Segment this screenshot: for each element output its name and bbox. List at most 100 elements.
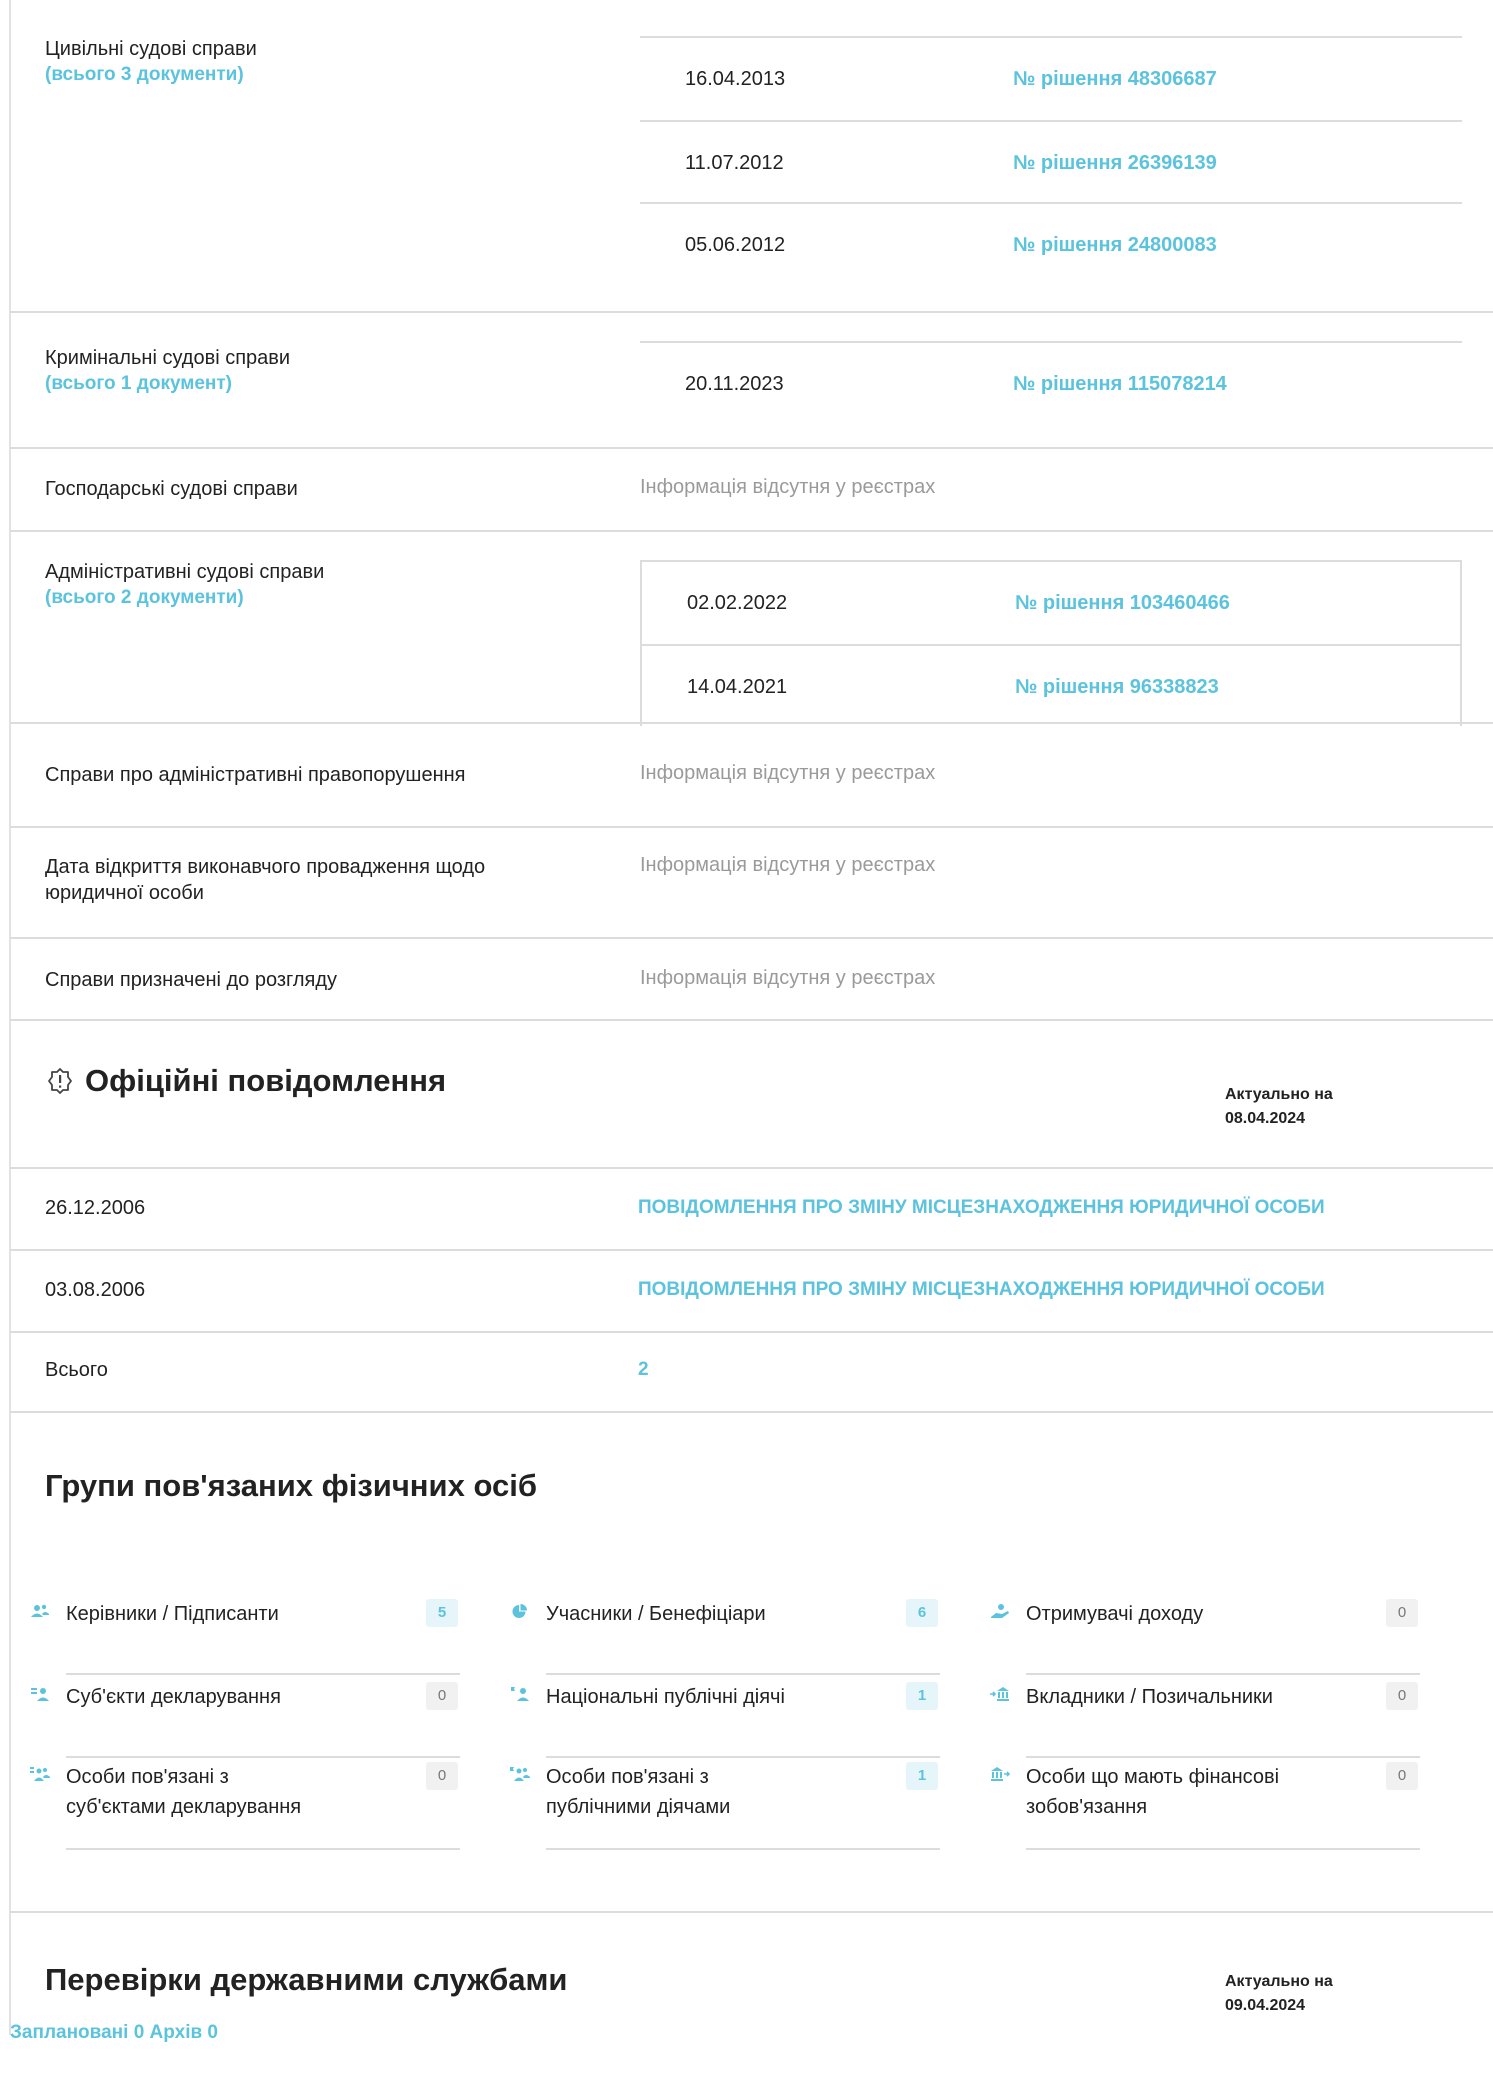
administrative-cases-count: (всього 2 документи): [45, 587, 244, 608]
doc-number-link[interactable]: № рішення 96338823: [1015, 676, 1219, 699]
group-count-badge: 0: [1386, 1682, 1418, 1710]
court-row-offenses: Справи про адміністративні правопорушенн…: [10, 724, 1493, 828]
doc-row: 14.04.2021 № рішення 96338823: [642, 644, 1460, 726]
civil-cases-count: (всього 3 документи): [45, 64, 244, 85]
group-label: Суб'єкти декларування: [66, 1686, 281, 1708]
group-count-badge: 6: [906, 1599, 938, 1627]
civil-docs-list: 16.04.2013 № рішення 48306687 11.07.2012…: [640, 36, 1462, 284]
notice-date: 03.08.2006: [45, 1279, 146, 1301]
company-profile-page: Цивільні судові справи (всього 3 докумен…: [0, 0, 1493, 2096]
tab-archive[interactable]: Архів 0: [150, 2022, 218, 2043]
group-count-badge: 0: [426, 1762, 458, 1790]
related-declarants-icon: [30, 1767, 50, 1781]
doc-date: 11.07.2012: [685, 152, 784, 174]
group-label: Отримувачі доходу: [1026, 1603, 1204, 1625]
inspections-actual: Актуально на 09.04.2024: [1225, 1970, 1333, 2018]
group-related-public[interactable]: Особи пов'язані з публічними діячами 1: [510, 1762, 940, 1850]
people-icon: [31, 1604, 49, 1617]
doc-row: 02.02.2022 № рішення 103460466: [642, 562, 1460, 644]
court-row-civil: Цивільні судові справи (всього 3 докумен…: [10, 0, 1493, 313]
doc-number-link[interactable]: № рішення 26396139: [1013, 152, 1217, 175]
court-row-criminal: Кримінальні судові справи (всього 1 доку…: [10, 313, 1493, 449]
divider: [1026, 1848, 1420, 1850]
doc-date: 05.06.2012: [685, 234, 786, 256]
bank-obligation-icon: [991, 1767, 1010, 1781]
offenses-label: Справи про адміністративні правопорушенн…: [45, 764, 466, 786]
group-count-badge: 0: [1386, 1762, 1418, 1790]
group-label-line2: суб'єктами декларування: [66, 1796, 302, 1818]
group-label: Особи що мають фінансові зобов'язання: [1026, 1762, 1326, 1822]
court-row-commercial: Господарські судові справи Інформація ві…: [10, 449, 1493, 532]
group-related-declarants[interactable]: Особи пов'язані з суб'єктами декларуванн…: [30, 1762, 460, 1850]
doc-row: 16.04.2013 № рішення 48306687: [640, 38, 1462, 120]
enforcement-label-line2: юридичної особи: [45, 882, 204, 904]
group-label: Особи пов'язані з суб'єктами декларуванн…: [66, 1762, 366, 1822]
group-participants[interactable]: Учасники / Бенефіціари 6: [510, 1599, 940, 1675]
divider: [66, 1673, 460, 1675]
group-label-line1: Особи пов'язані з: [66, 1766, 229, 1788]
doc-number-link[interactable]: № рішення 24800083: [1013, 234, 1217, 257]
group-count-badge: 5: [426, 1599, 458, 1627]
notices-actual-label: Актуально на: [1225, 1086, 1333, 1103]
related-public-icon: [510, 1767, 530, 1781]
group-managers[interactable]: Керівники / Підписанти 5: [30, 1599, 460, 1675]
doc-number-link[interactable]: № рішення 103460466: [1015, 592, 1230, 615]
tab-planned[interactable]: Заплановані 0: [10, 2022, 144, 2043]
criminal-docs-list: 20.11.2023 № рішення 115078214: [640, 341, 1462, 425]
bank-transfer-icon: [990, 1687, 1009, 1701]
declarants-icon: [31, 1688, 49, 1701]
court-row-scheduled: Справи призначені до розгляду Інформація…: [10, 939, 1493, 1021]
group-label-line2: публічними діячами: [546, 1796, 731, 1818]
enforcement-value: Інформація відсутня у реєстрах: [640, 854, 936, 876]
doc-date: 02.02.2022: [687, 592, 788, 614]
doc-number-link[interactable]: № рішення 115078214: [1013, 373, 1227, 396]
public-figure-icon: [511, 1687, 529, 1701]
group-label-line1: Особи пов'язані з: [546, 1766, 709, 1788]
inspections-title: Перевірки державними службами: [45, 1962, 568, 1997]
notices-total-label: Всього: [45, 1359, 108, 1381]
group-financial-obligations[interactable]: Особи що мають фінансові зобов'язання 0: [990, 1762, 1420, 1850]
notice-link[interactable]: ПОВІДОМЛЕННЯ ПРО ЗМІНУ МІСЦЕЗНАХОДЖЕННЯ …: [638, 1197, 1325, 1219]
pie-chart-icon: [512, 1604, 527, 1618]
group-count-badge: 0: [426, 1682, 458, 1710]
divider: [66, 1848, 460, 1850]
divider: [66, 1756, 460, 1758]
scheduled-label: Справи призначені до розгляду: [45, 969, 338, 991]
notices-total-value: 2: [638, 1359, 649, 1380]
groups-title: Групи пов'язаних фізичних осіб: [45, 1468, 537, 1503]
doc-number-link[interactable]: № рішення 48306687: [1013, 68, 1217, 91]
enforcement-label-line1: Дата відкриття виконавчого провадження щ…: [45, 856, 486, 878]
group-label-line2: зобов'язання: [1026, 1796, 1148, 1818]
group-public-figures[interactable]: Національні публічні діячі 1: [510, 1682, 940, 1758]
notices-actual-date: 08.04.2024: [1225, 1110, 1306, 1127]
group-label: Учасники / Бенефіціари: [546, 1603, 766, 1625]
court-row-enforcement: Дата відкриття виконавчого провадження щ…: [10, 828, 1493, 939]
divider: [1026, 1673, 1420, 1675]
notices-title: Офіційні повідомлення: [85, 1063, 447, 1098]
divider: [546, 1848, 940, 1850]
notices-actual: Актуально на 08.04.2024: [1225, 1083, 1333, 1131]
group-label: Керівники / Підписанти: [66, 1603, 279, 1625]
doc-row: 05.06.2012 № рішення 24800083: [640, 202, 1462, 284]
notice-link[interactable]: ПОВІДОМЛЕННЯ ПРО ЗМІНУ МІСЦЕЗНАХОДЖЕННЯ …: [638, 1279, 1325, 1301]
doc-date: 20.11.2023: [685, 373, 784, 395]
divider: [546, 1756, 940, 1758]
notice-row: 26.12.2006 ПОВІДОМЛЕННЯ ПРО ЗМІНУ МІСЦЕЗ…: [10, 1169, 1493, 1251]
inspections-actual-date: 09.04.2024: [1225, 1997, 1306, 2014]
civil-cases-title: Цивільні судові справи: [45, 38, 257, 60]
scheduled-value: Інформація відсутня у реєстрах: [640, 967, 936, 989]
group-declarants[interactable]: Суб'єкти декларування 0: [30, 1682, 460, 1758]
section-divider: [10, 1911, 1493, 1913]
notice-row: 03.08.2006 ПОВІДОМЛЕННЯ ПРО ЗМІНУ МІСЦЕЗ…: [10, 1251, 1493, 1333]
group-income-recipients[interactable]: Отримувачі доходу 0: [990, 1599, 1420, 1675]
doc-row: 20.11.2023 № рішення 115078214: [640, 343, 1462, 425]
commercial-cases-label: Господарські судові справи: [45, 478, 298, 500]
group-depositors[interactable]: Вкладники / Позичальники 0: [990, 1682, 1420, 1758]
group-count-badge: 1: [906, 1682, 938, 1710]
administrative-docs-list: 02.02.2022 № рішення 103460466 14.04.202…: [640, 560, 1462, 726]
group-count-badge: 1: [906, 1762, 938, 1790]
civil-cases-label: Цивільні судові справи (всього 3 докумен…: [45, 36, 257, 88]
criminal-cases-count: (всього 1 документ): [45, 373, 233, 394]
group-label: Національні публічні діячі: [546, 1686, 785, 1708]
enforcement-label: Дата відкриття виконавчого провадження щ…: [45, 854, 485, 906]
